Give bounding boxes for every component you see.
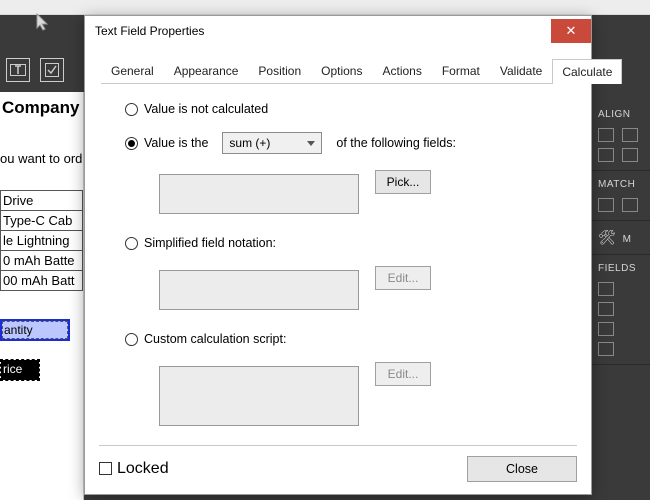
table-row: 00 mAh Batt bbox=[0, 271, 83, 291]
tab-position[interactable]: Position bbox=[248, 58, 311, 83]
label-not-calculated: Value is not calculated bbox=[144, 102, 268, 116]
wrench-icon: 🛠 bbox=[598, 229, 616, 245]
match-icon[interactable] bbox=[622, 198, 638, 212]
calculate-tab-content: Value is not calculated Value is the sum… bbox=[101, 84, 575, 426]
label-simplified-notation: Simplified field notation: bbox=[144, 236, 276, 250]
table-row: Type-C Cab bbox=[0, 211, 83, 231]
dialog-title: Text Field Properties bbox=[95, 24, 204, 38]
document-canvas: Company ou want to ord Drive Type-C Cab … bbox=[0, 92, 84, 500]
form-field[interactable]: rice bbox=[0, 359, 40, 381]
cursor-icon bbox=[35, 13, 51, 31]
combo-value: sum (+) bbox=[229, 136, 270, 150]
panel-section-fields: FIELDS bbox=[598, 263, 644, 274]
match-icon[interactable] bbox=[598, 198, 614, 212]
edit-script-button: Edit... bbox=[375, 362, 431, 386]
edit-simplified-button: Edit... bbox=[375, 266, 431, 290]
close-button[interactable]: Close bbox=[467, 456, 577, 482]
right-panel: ALIGN MATCH 🛠 M FIELDS bbox=[592, 15, 650, 500]
tab-calculate[interactable]: Calculate bbox=[552, 59, 622, 84]
tab-appearance[interactable]: Appearance bbox=[164, 58, 249, 83]
field-icon[interactable] bbox=[598, 342, 614, 356]
simplified-notation-box bbox=[159, 270, 359, 310]
selected-form-field[interactable]: antity bbox=[0, 319, 70, 341]
locked-checkbox[interactable] bbox=[99, 462, 112, 475]
doc-table-rows: Drive Type-C Cab le Lightning 0 mAh Batt… bbox=[0, 190, 83, 291]
doc-heading: Company bbox=[0, 92, 83, 118]
doc-text-fragment: ou want to ord bbox=[0, 151, 83, 166]
label-of-following: of the following fields: bbox=[336, 136, 456, 150]
radio-simplified-notation[interactable] bbox=[125, 237, 138, 250]
radio-value-is-the[interactable] bbox=[125, 137, 138, 150]
field-icon[interactable] bbox=[598, 322, 614, 336]
field-icon[interactable] bbox=[598, 282, 614, 296]
tab-validate[interactable]: Validate bbox=[490, 58, 552, 83]
fields-listbox[interactable] bbox=[159, 174, 359, 214]
label-custom-script: Custom calculation script: bbox=[144, 332, 286, 346]
table-row: 0 mAh Batte bbox=[0, 251, 83, 271]
form-tools-row bbox=[0, 52, 84, 88]
checkbox-tool-icon[interactable] bbox=[40, 58, 64, 82]
locked-checkbox-label[interactable]: Locked bbox=[99, 460, 169, 478]
radio-not-calculated[interactable] bbox=[125, 103, 138, 116]
field-icon[interactable] bbox=[598, 302, 614, 316]
dialog-titlebar[interactable]: Text Field Properties ✕ bbox=[85, 16, 591, 46]
align-icon[interactable] bbox=[622, 148, 638, 162]
tab-general[interactable]: General bbox=[101, 58, 164, 83]
radio-custom-script[interactable] bbox=[125, 333, 138, 346]
align-icon[interactable] bbox=[598, 148, 614, 162]
chevron-down-icon bbox=[307, 141, 315, 146]
table-row: le Lightning bbox=[0, 231, 83, 251]
textfield-tool-icon[interactable] bbox=[6, 58, 30, 82]
panel-m-label: M bbox=[623, 234, 631, 245]
align-icon[interactable] bbox=[598, 128, 614, 142]
close-icon[interactable]: ✕ bbox=[551, 19, 591, 43]
panel-section-align: ALIGN bbox=[598, 109, 644, 120]
panel-section-match: MATCH bbox=[598, 179, 644, 190]
window-topbar bbox=[0, 0, 650, 15]
pick-button[interactable]: Pick... bbox=[375, 170, 431, 194]
custom-script-box bbox=[159, 366, 359, 426]
tab-bar: General Appearance Position Options Acti… bbox=[101, 58, 575, 84]
tab-options[interactable]: Options bbox=[311, 58, 372, 83]
tab-actions[interactable]: Actions bbox=[372, 58, 431, 83]
label-value-is-the: Value is the bbox=[144, 136, 208, 150]
operation-combo[interactable]: sum (+) bbox=[222, 132, 322, 154]
tab-format[interactable]: Format bbox=[432, 58, 490, 83]
align-icon[interactable] bbox=[622, 128, 638, 142]
table-row: Drive bbox=[0, 190, 83, 211]
text-field-properties-dialog: Text Field Properties ✕ General Appearan… bbox=[84, 15, 592, 495]
